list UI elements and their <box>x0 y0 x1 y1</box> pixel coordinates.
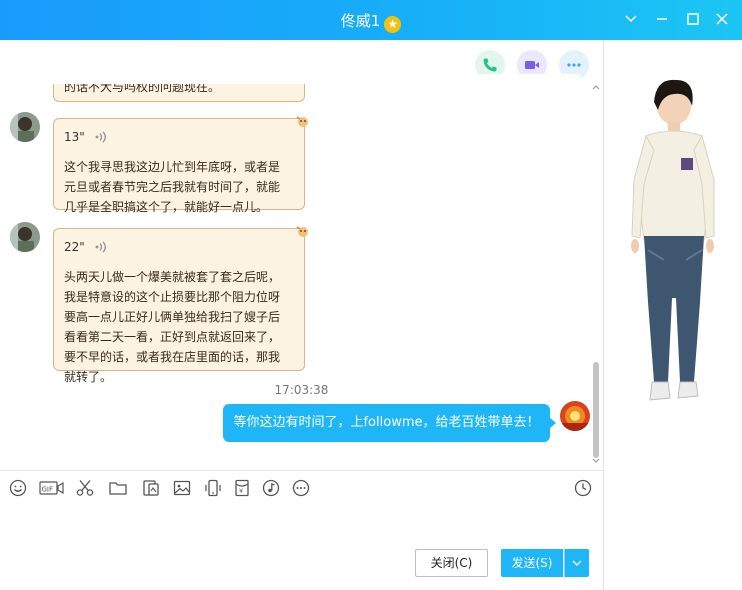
contact-avatar[interactable] <box>10 222 40 252</box>
contact-show-panel <box>603 40 742 590</box>
more-icon[interactable] <box>291 478 311 498</box>
phone-icon <box>483 58 497 72</box>
more-dots-icon <box>567 63 581 67</box>
message-text: 这个我寻思我这边儿忙到年底呀，或者是 元旦或者春节完之后我就有时间了，就能 几乎… <box>64 157 294 217</box>
voice-message[interactable]: 22" <box>64 237 294 257</box>
minimize-button[interactable] <box>654 12 670 28</box>
voice-duration: 22" <box>64 240 85 254</box>
message-line: 我是特意设的这个止损要比那个阻力位呀 <box>64 290 281 304</box>
voice-message[interactable]: 13" <box>64 127 294 147</box>
contact-name: 佟威1 <box>340 12 381 30</box>
message-text: 头两天儿做一个爆美就被套了套之后呢， 我是特意设的这个止损要比那个阻力位呀 要高… <box>64 267 294 387</box>
title-bar: 佟威1 ★ <box>0 0 742 40</box>
outgoing-message-bubble[interactable]: 等你这边有时间了，上followme，给老百姓带单去！ <box>223 404 556 442</box>
message-line: 要不早的话，或者我在店里面的话，那我 <box>64 350 281 364</box>
chat-scrollbar[interactable] <box>592 80 600 470</box>
message-line: 几乎是全职搞这个了，就能好一点儿。 <box>64 200 269 214</box>
sticker-icon[interactable] <box>141 478 161 498</box>
bubble-decoration-icon <box>296 116 308 127</box>
message-input[interactable] <box>0 505 603 545</box>
scroll-down-icon[interactable] <box>592 458 600 464</box>
message-timestamp: 17:03:38 <box>274 383 329 397</box>
scroll-up-icon[interactable] <box>592 84 600 90</box>
image-icon[interactable] <box>172 478 192 498</box>
close-window-button[interactable] <box>714 12 730 28</box>
emoji-icon[interactable] <box>8 478 28 498</box>
message-line: 元旦或者春节完之后我就有时间了，就能 <box>64 180 281 194</box>
red-packet-icon[interactable]: ¥ <box>232 478 252 498</box>
video-camera-icon <box>525 61 539 69</box>
close-chat-button[interactable]: 关闭(C) <box>415 549 488 577</box>
chevron-down-icon <box>572 560 582 566</box>
message-bubble[interactable]: 13" 这个我寻思我这边儿忙到年底呀，或者是 元旦或者春节完之后我就有时间了，就… <box>53 116 308 214</box>
chat-history[interactable]: 的话不大与吗权的问题现在。 13" 这个我寻思我这边儿忙到年底呀，或者是 元旦或… <box>0 40 603 470</box>
contact-avatar[interactable] <box>10 112 40 142</box>
message-line: 头两天儿做一个爆美就被套了套之后呢， <box>64 270 281 284</box>
maximize-button[interactable] <box>685 12 701 28</box>
voice-wave-icon <box>95 131 106 143</box>
svg-text:¥: ¥ <box>239 487 243 495</box>
message-line: 看看第二天一看，正好到点就返回来了， <box>64 330 281 344</box>
bubble-decoration-icon <box>296 226 308 237</box>
voice-duration: 13" <box>64 130 85 144</box>
star-badge-icon: ★ <box>384 16 402 33</box>
history-clock-icon[interactable] <box>573 478 593 498</box>
gif-icon[interactable]: GIF <box>39 478 65 498</box>
voice-wave-icon <box>95 241 106 253</box>
send-button[interactable]: 发送(S) <box>501 549 563 577</box>
toolbar-divider <box>0 470 603 471</box>
svg-text:GIF: GIF <box>42 486 54 494</box>
scissors-icon[interactable] <box>75 478 95 498</box>
folder-icon[interactable] <box>108 478 128 498</box>
message-line: 这个我寻思我这边儿忙到年底呀，或者是 <box>64 160 281 174</box>
music-icon[interactable] <box>261 478 281 498</box>
phone-screen-icon[interactable] <box>203 478 223 498</box>
scroll-clip <box>0 74 580 84</box>
chevron-down-icon[interactable] <box>623 12 639 28</box>
send-options-dropdown[interactable] <box>564 549 589 577</box>
scroll-thumb[interactable] <box>593 362 599 458</box>
message-bubble[interactable]: 22" 头两天儿做一个爆美就被套了套之后呢， 我是特意设的这个止损要比那个阻力位… <box>53 226 308 384</box>
message-line: 要高一点儿正好儿俩单独给我扫了嫂子后 <box>64 310 281 324</box>
contact-show-figure <box>631 79 715 401</box>
my-avatar[interactable] <box>560 401 590 431</box>
